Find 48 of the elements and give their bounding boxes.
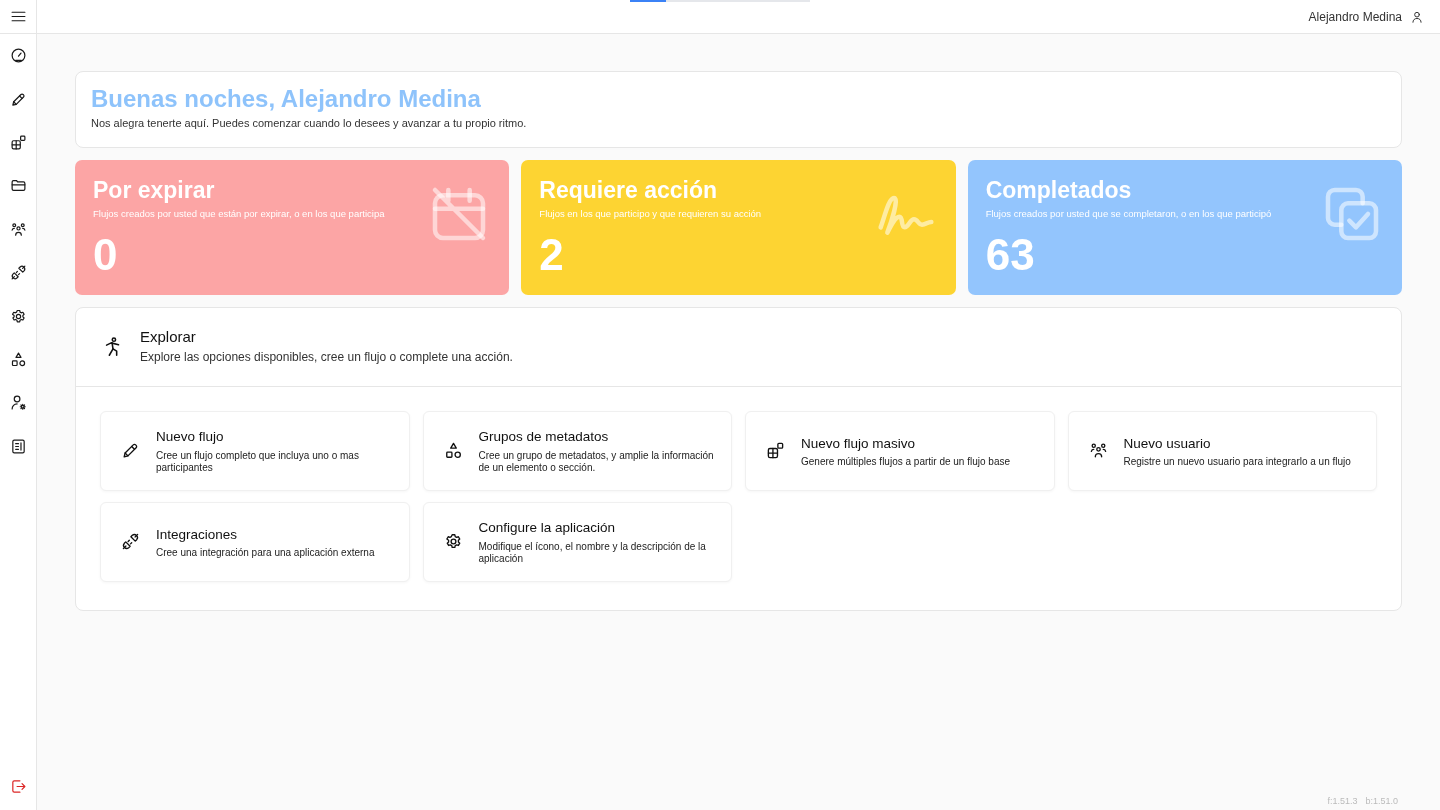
option-description: Cree una integración para una aplicación externa	[156, 546, 375, 560]
option-title: Integraciones	[156, 525, 239, 544]
stat-title: Completados	[985, 177, 1133, 204]
option-description: Cree un grupo de metadatos, y amplie la información de un elemento o sección.	[478, 449, 715, 475]
shapes-icon	[443, 441, 463, 461]
stat-count: 63	[985, 233, 1036, 278]
option-description: Cree un flujo completo que incluya uno o mas participantes	[156, 449, 360, 475]
document-icon	[9, 437, 27, 455]
blocks-icon	[766, 441, 785, 461]
gauge-icon	[9, 47, 27, 65]
option-card[interactable]: Grupos de metadatos Cree un grupo de metadatos, y amplie la información de un elemento o sección.	[422, 410, 732, 491]
option-card[interactable]: Nuevo flujo Cree un flujo completo que incluya uno o mas participantes	[100, 410, 410, 491]
stat-description: Flujos creados por usted que se completaron, o en los que participó	[985, 207, 1272, 222]
greeting-text: Nos alegra tenerte aquí. Puedes comenzar cuando lo desees y avanzar a tu propio ritmo.	[91, 116, 528, 132]
greeting-title: Buenas noches, Alejandro Medina	[91, 86, 482, 113]
logout-icon	[9, 777, 27, 795]
user-gear-icon	[9, 394, 27, 412]
option-title: Nuevo flujo masivo	[801, 434, 917, 453]
user-menu-button[interactable]: Alejandro Medina	[1308, 7, 1424, 26]
stat-count: 0	[93, 233, 119, 278]
option-title: Configure la aplicación	[478, 519, 617, 538]
section-subtitle: Explore las opciones disponibles, cree un flujo o complete una acción.	[140, 348, 513, 366]
plug-icon	[9, 264, 27, 282]
option-card[interactable]: Configure la aplicación Modifique el ícono, el nombre y la descripción de la aplicación	[422, 501, 732, 582]
version-text: f:1.51.3	[1327, 794, 1358, 808]
option-description: Genere múltiples flujos a partir de un flujo base	[801, 455, 1010, 469]
stat-count: 2	[539, 233, 565, 278]
option-title: Nuevo flujo	[156, 428, 225, 447]
plug-icon	[121, 532, 140, 552]
pencil-icon	[9, 90, 27, 108]
option-card[interactable]: Integraciones Cree una integración para una aplicación externa	[100, 501, 410, 582]
version-text: b:1.51.0	[1365, 794, 1398, 808]
option-title: Nuevo usuario	[1123, 434, 1212, 453]
option-description: Registre un nuevo usuario para integrarlo a un flujo	[1123, 455, 1351, 469]
users-icon	[9, 220, 27, 238]
stat-description: Flujos en los que participo y que requieren su acción	[539, 207, 762, 222]
option-description: Modifique el ícono, el nombre y la descripción de la aplicación	[478, 540, 707, 566]
blocks-icon	[9, 133, 27, 151]
shapes-icon	[9, 350, 27, 368]
section-title: Explorar	[140, 327, 197, 346]
option-card[interactable]: Nuevo usuario Registre un nuevo usuario para integrarlo a un flujo	[1067, 410, 1377, 491]
user-icon	[1410, 9, 1424, 24]
option-card[interactable]: Nuevo flujo masivo Genere múltiples flujos a partir de un flujo base	[745, 410, 1055, 491]
stat-title: Por expirar	[93, 177, 216, 204]
option-title: Grupos de metadatos	[478, 428, 610, 447]
settings-icon	[9, 307, 27, 325]
stat-title: Requiere acción	[539, 177, 718, 204]
stat-description: Flujos creados por usted que están por expirar, o en los que participa	[93, 207, 385, 222]
